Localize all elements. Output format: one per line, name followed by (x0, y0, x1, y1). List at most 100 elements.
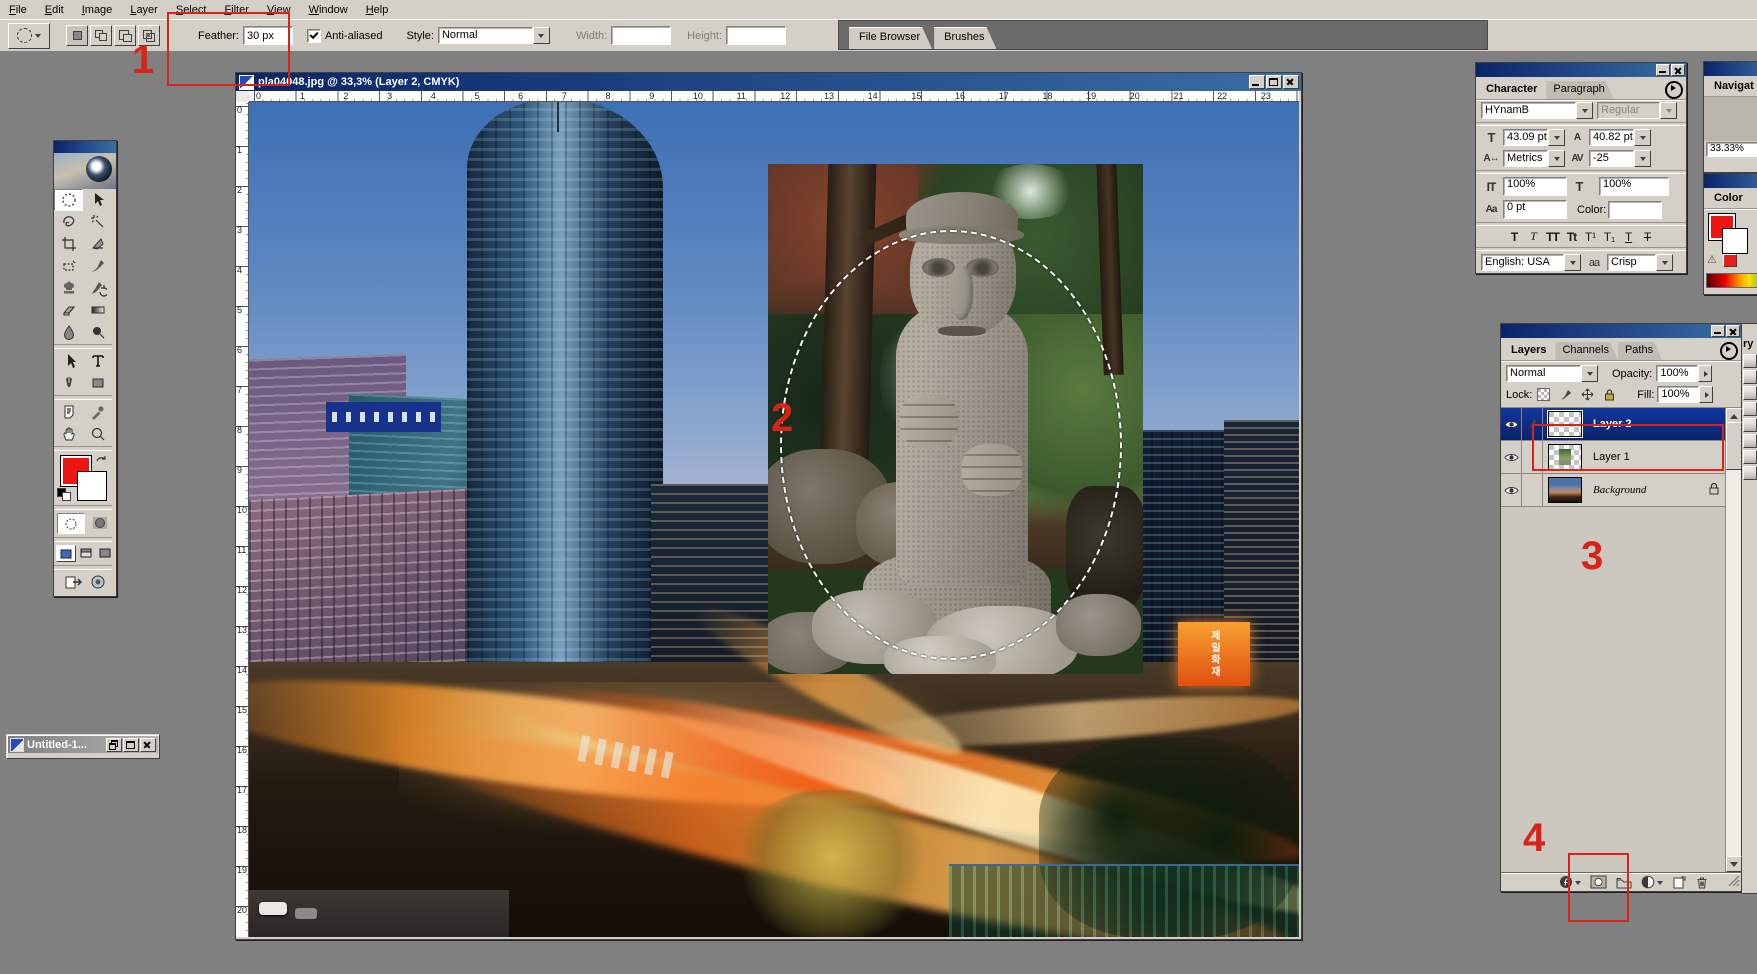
resize-grip-icon[interactable] (1728, 875, 1740, 890)
palette-tab[interactable]: Paths (1618, 342, 1662, 360)
type-style-button[interactable]: T (1638, 230, 1657, 244)
healing-brush-tool[interactable] (54, 255, 83, 277)
chevron-down-icon[interactable] (1548, 150, 1565, 167)
palette-tab[interactable]: Character (1479, 81, 1546, 99)
gradient-tool[interactable] (83, 299, 112, 321)
menu-item[interactable]: Help (357, 2, 398, 18)
palette-title-bar[interactable] (1704, 62, 1757, 76)
opacity-field[interactable]: 100% (1656, 365, 1712, 382)
type-tool[interactable] (83, 350, 112, 372)
clone-stamp-tool[interactable] (54, 277, 83, 299)
chevron-down-icon[interactable] (1634, 129, 1651, 146)
type-style-button[interactable]: T¹ (1581, 230, 1600, 244)
docked-palette-icon[interactable] (1743, 402, 1757, 416)
lock-position-icon[interactable] (1579, 388, 1595, 402)
layer-visibility-toggle[interactable] (1501, 474, 1522, 506)
crop-tool[interactable] (54, 233, 83, 255)
chevron-down-icon[interactable] (1634, 150, 1651, 167)
leading-dropdown[interactable]: 40.82 pt (1589, 129, 1651, 146)
docked-palette-icon[interactable] (1743, 370, 1757, 384)
palette-tab[interactable]: Channels (1555, 342, 1617, 360)
layer-edit-indicator[interactable] (1522, 474, 1543, 506)
anti-aliased-checkbox[interactable] (307, 29, 321, 43)
minimize-button[interactable] (1249, 75, 1265, 89)
close-button[interactable] (140, 738, 156, 752)
blend-mode-dropdown[interactable]: Normal (1506, 365, 1598, 382)
type-color-swatch[interactable] (1608, 201, 1662, 219)
menu-item[interactable]: Layer (121, 2, 167, 18)
type-style-button[interactable]: T (1619, 230, 1638, 244)
close-button[interactable] (1726, 325, 1740, 337)
palette-well-tab[interactable]: File Browser (849, 27, 932, 49)
fullscreen-menubar-mode-button[interactable] (77, 545, 95, 560)
elliptical-marquee-tool[interactable] (54, 189, 83, 211)
zoom-tool[interactable] (83, 423, 112, 445)
chevron-down-icon[interactable] (1548, 129, 1565, 146)
maximize-button[interactable] (1266, 75, 1282, 89)
font-size-dropdown[interactable]: 43.09 pt (1503, 129, 1565, 146)
eyedropper-tool[interactable] (83, 401, 112, 423)
shape-tool[interactable] (83, 372, 112, 394)
tracking-dropdown[interactable]: -25 (1589, 150, 1651, 167)
docked-palette-icon[interactable] (1743, 354, 1757, 368)
scrollbar-thumb[interactable] (1726, 422, 1742, 470)
restore-button[interactable] (106, 738, 122, 752)
delete-layer-icon[interactable] (1695, 875, 1709, 889)
docked-palette-icon[interactable] (1743, 466, 1757, 480)
fill-field[interactable]: 100% (1657, 386, 1713, 403)
chevron-down-icon[interactable] (533, 27, 550, 44)
palette-tab[interactable]: Layers (1504, 342, 1555, 360)
chevron-right-icon[interactable] (1699, 386, 1713, 403)
imageready-icon[interactable] (90, 574, 106, 593)
minimize-button[interactable] (1711, 325, 1725, 337)
docked-palette-icon[interactable] (1743, 386, 1757, 400)
new-adjustment-layer-icon[interactable] (1641, 875, 1663, 889)
palette-tab[interactable]: Color (1707, 190, 1752, 208)
type-style-button[interactable]: T (1505, 230, 1524, 244)
palette-tab[interactable]: Navigat (1707, 78, 1757, 96)
document-title-bar[interactable]: pla04048.jpg @ 33,3% (Layer 2, CMYK) (236, 73, 1301, 91)
anti-alias-dropdown[interactable]: Crisp (1607, 254, 1673, 271)
quick-mask-mode-button[interactable] (87, 513, 113, 532)
kerning-dropdown[interactable]: Metrics (1503, 150, 1565, 167)
gamut-color-swatch[interactable] (1723, 254, 1737, 267)
vertical-ruler[interactable]: 01234567891011121314151617181920 (236, 102, 249, 937)
type-style-button[interactable]: T₁ (1600, 230, 1619, 244)
lock-transparency-icon[interactable] (1535, 388, 1551, 402)
vertical-scale-field[interactable]: 100% (1503, 177, 1567, 196)
standard-mode-button[interactable] (57, 513, 85, 534)
navigator-preview[interactable] (1704, 97, 1757, 141)
new-selection-button[interactable] (66, 25, 88, 46)
docked-palette-icon[interactable] (1743, 418, 1757, 432)
swap-colors-icon[interactable] (94, 454, 108, 468)
lasso-tool[interactable] (54, 211, 83, 233)
magic-wand-tool[interactable] (83, 211, 112, 233)
history-brush-tool[interactable] (83, 277, 112, 299)
chevron-down-icon[interactable] (1581, 365, 1598, 382)
dodge-tool[interactable] (83, 321, 112, 343)
maximize-button[interactable] (123, 738, 139, 752)
background-color-swatch[interactable] (78, 472, 106, 500)
height-input[interactable] (726, 26, 786, 45)
layer-thumbnail[interactable] (1543, 477, 1587, 503)
pen-tool[interactable] (54, 372, 83, 394)
font-family-dropdown[interactable]: HYnamB (1481, 102, 1593, 119)
scroll-down-icon[interactable] (1726, 856, 1742, 872)
type-style-button[interactable]: TT (1543, 230, 1562, 244)
close-button[interactable] (1283, 75, 1299, 89)
menu-item[interactable]: Image (73, 2, 122, 18)
color-ramp[interactable] (1706, 273, 1757, 288)
default-colors-icon[interactable] (57, 488, 71, 501)
toolbox-title-bar[interactable] (54, 141, 116, 153)
blur-tool[interactable] (54, 321, 83, 343)
palette-well-tab[interactable]: Brushes (934, 27, 996, 49)
layers-scrollbar[interactable] (1725, 408, 1741, 872)
slice-tool[interactable] (83, 233, 112, 255)
palette-title-bar[interactable] (1501, 324, 1741, 338)
docked-palette-icon[interactable] (1743, 450, 1757, 464)
background-color-swatch[interactable] (1723, 229, 1747, 253)
lock-all-icon[interactable] (1601, 388, 1617, 402)
font-style-dropdown[interactable]: Regular (1597, 102, 1677, 119)
fullscreen-mode-button[interactable] (96, 545, 114, 560)
close-button[interactable] (1671, 64, 1685, 76)
